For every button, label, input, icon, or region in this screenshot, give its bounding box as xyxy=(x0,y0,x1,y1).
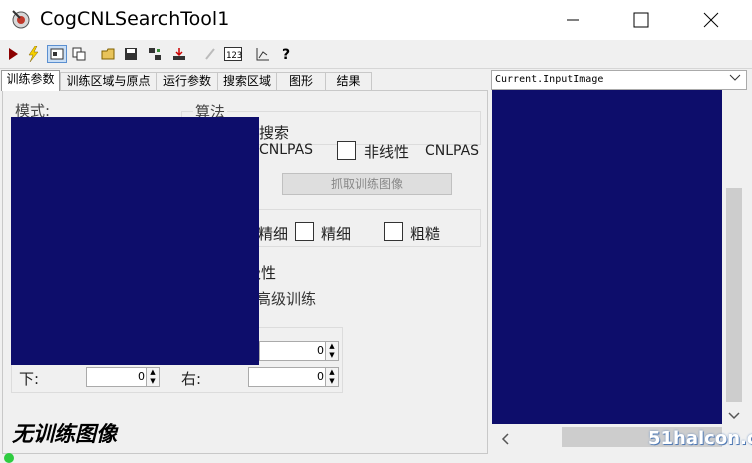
fine-detail-partial-label: 精细 xyxy=(258,225,289,243)
search-label: 搜索 xyxy=(259,124,290,142)
app-icon xyxy=(10,8,32,30)
close-button[interactable] xyxy=(688,0,734,40)
cnlpas-label: CNLPAS xyxy=(259,142,314,158)
network-icon[interactable] xyxy=(146,45,164,63)
image-icon[interactable] xyxy=(47,45,67,63)
tab-search-region[interactable]: 搜索区域 xyxy=(217,72,277,90)
bottom-label: 下: xyxy=(19,370,40,388)
grab-training-image-button[interactable]: 抓取训练图像 xyxy=(282,173,452,195)
svg-text:?: ? xyxy=(282,47,290,62)
tab-graphics[interactable]: 图形 xyxy=(276,72,326,90)
run-icon[interactable] xyxy=(4,45,22,63)
right-label: 右: xyxy=(181,370,202,388)
import-icon[interactable] xyxy=(170,45,188,63)
nonlinear-cnlpas-label: CNLPAS xyxy=(425,143,480,159)
tab-results[interactable]: 结果 xyxy=(325,72,372,90)
brush-icon[interactable] xyxy=(202,45,220,63)
window-title: CogCNLSearchTool1 xyxy=(40,8,230,30)
fine-checkbox[interactable] xyxy=(295,222,314,241)
advanced-training-label[interactable]: 高级训练 xyxy=(256,288,316,309)
image-selector-dropdown[interactable]: Current.InputImage xyxy=(491,70,747,90)
tab-train-region[interactable]: 训练区域与原点 xyxy=(60,72,157,90)
scroll-left-icon[interactable] xyxy=(500,430,510,449)
image-display-canvas[interactable] xyxy=(492,90,722,424)
maximize-button[interactable] xyxy=(618,0,664,40)
chart-icon[interactable] xyxy=(254,45,272,63)
nonlinear-label: 非线性 xyxy=(364,143,410,161)
spin-arrows-icon[interactable]: ▲ ▼ xyxy=(325,368,338,386)
chevron-down-icon[interactable] xyxy=(729,71,741,89)
tab-run-params[interactable]: 运行参数 xyxy=(156,72,218,90)
counter-icon[interactable]: 123 xyxy=(224,45,242,63)
electric-icon[interactable] xyxy=(24,45,42,63)
svg-text:123: 123 xyxy=(226,51,242,61)
help-icon[interactable]: ? xyxy=(278,45,296,63)
spin-arrows-icon[interactable]: ▲ ▼ xyxy=(325,342,338,360)
open-icon[interactable] xyxy=(100,45,118,63)
selected-image-label: Current.InputImage xyxy=(495,74,604,85)
bottom-spinbox[interactable]: 0 ▲ ▼ xyxy=(86,367,160,387)
minimize-button[interactable] xyxy=(550,0,596,40)
tab-strip: 训练参数 训练区域与原点 运行参数 搜索区域 图形 结果 xyxy=(0,70,372,91)
toolbar: 123 ? xyxy=(0,42,752,69)
watermark: 51halcon.com xyxy=(648,428,752,449)
save-icon[interactable] xyxy=(122,45,140,63)
status-indicator-icon xyxy=(4,453,14,463)
top-spinbox[interactable]: 0 ▲ ▼ xyxy=(259,341,339,361)
vertical-scroll-thumb[interactable] xyxy=(726,188,742,402)
coarse-label: 粗糙 xyxy=(410,225,441,243)
coarse-checkbox[interactable] xyxy=(384,222,403,241)
tab-train-params[interactable]: 训练参数 xyxy=(1,70,60,91)
scroll-down-icon[interactable] xyxy=(728,406,740,425)
fine-label: 精细 xyxy=(321,225,352,243)
right-spinbox[interactable]: 0 ▲ ▼ xyxy=(248,367,339,387)
no-training-image-label: 无训练图像 xyxy=(12,421,117,446)
training-image-overlay xyxy=(11,117,259,365)
spin-arrows-icon[interactable]: ▲ ▼ xyxy=(146,368,159,386)
copy-icon[interactable] xyxy=(70,45,88,63)
nonlinear-checkbox[interactable] xyxy=(337,141,356,160)
